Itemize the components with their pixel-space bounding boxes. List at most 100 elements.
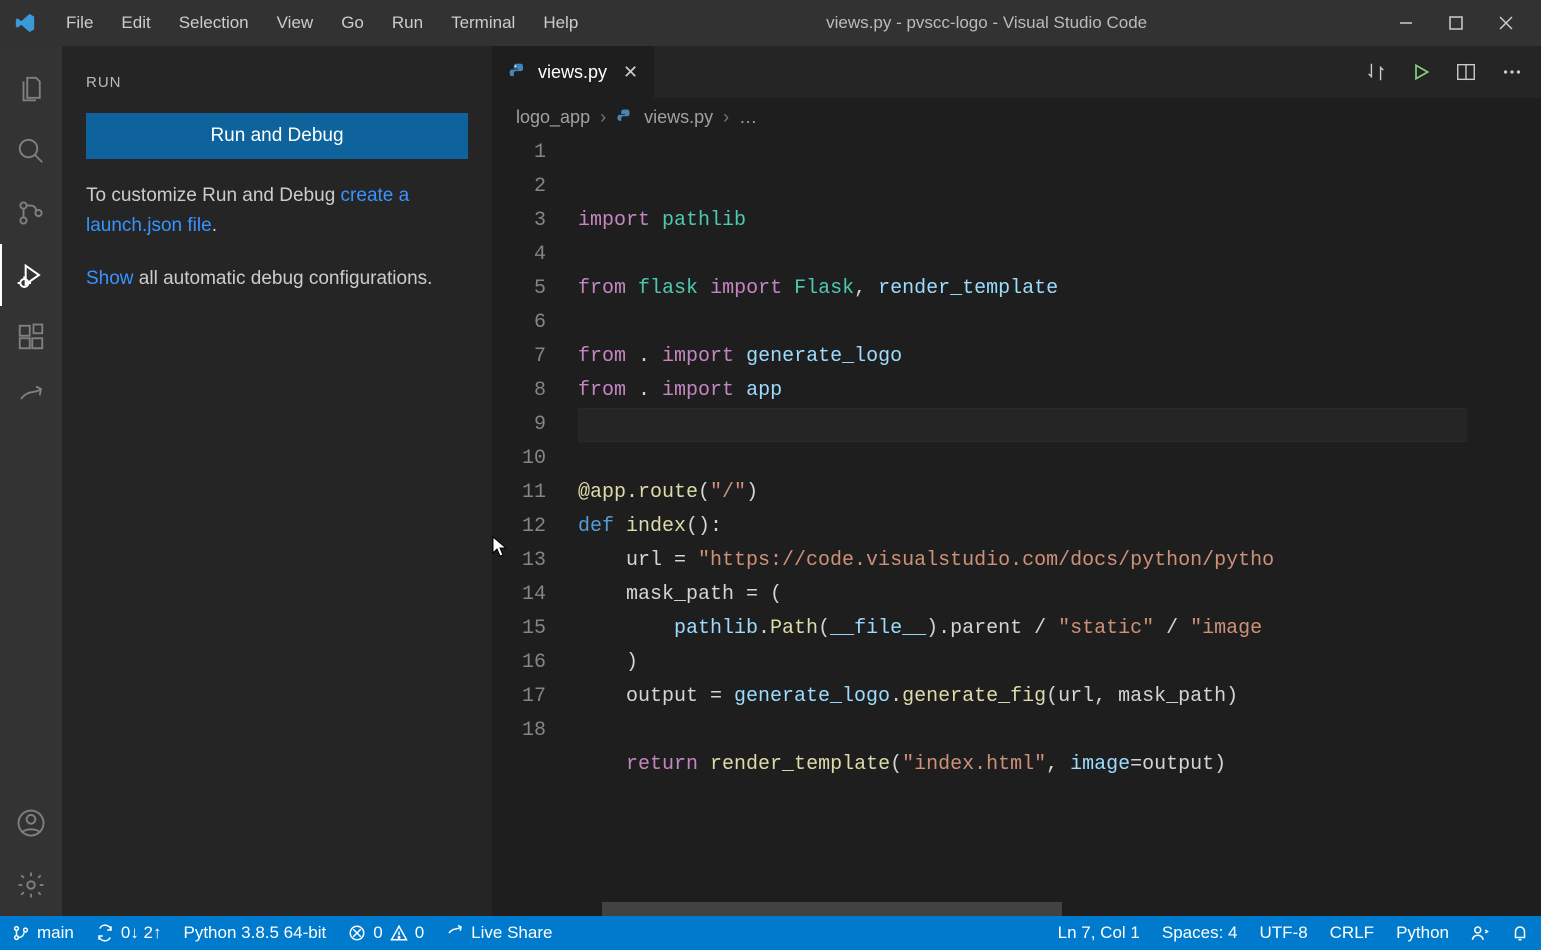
settings-gear-icon[interactable] — [0, 854, 62, 916]
code-line[interactable]: def index(): — [578, 510, 1541, 544]
python-file-icon — [616, 108, 634, 126]
activity-bar — [0, 46, 62, 916]
code-line[interactable]: output = generate_logo.generate_fig(url,… — [578, 680, 1541, 714]
editor-actions — [1365, 46, 1541, 98]
status-bar: main 0↓ 2↑ Python 3.8.5 64-bit 0 0 Live … — [0, 916, 1541, 950]
git-branch-item[interactable]: main — [12, 923, 74, 943]
language-mode-item[interactable]: Python — [1396, 923, 1449, 943]
cursor-position-item[interactable]: Ln 7, Col 1 — [1058, 923, 1140, 943]
live-share-item[interactable]: Live Share — [446, 923, 552, 943]
code-line[interactable]: ) — [578, 646, 1541, 680]
window-controls — [1381, 0, 1531, 46]
python-interpreter-item[interactable]: Python 3.8.5 64-bit — [184, 923, 327, 943]
breadcrumb[interactable]: logo_app › views.py › … — [492, 98, 1541, 136]
indentation-item[interactable]: Spaces: 4 — [1162, 923, 1238, 943]
show-link[interactable]: Show — [86, 268, 134, 289]
search-icon[interactable] — [0, 120, 62, 182]
code-line[interactable] — [578, 714, 1541, 748]
breadcrumb-folder[interactable]: logo_app — [516, 107, 590, 128]
code-line[interactable]: url = "https://code.visualstudio.com/doc… — [578, 544, 1541, 578]
run-sidebar: RUN Run and Debug To customize Run and D… — [62, 46, 492, 916]
minimize-button[interactable] — [1381, 0, 1431, 46]
menu-run[interactable]: Run — [378, 7, 437, 39]
source-control-icon[interactable] — [0, 182, 62, 244]
menu-bar: FileEditSelectionViewGoRunTerminalHelp — [52, 7, 592, 39]
code-line[interactable]: from flask import Flask, render_template — [578, 272, 1541, 306]
branch-label: main — [37, 923, 74, 943]
code-line[interactable]: from . import generate_logo — [578, 340, 1541, 374]
main-area: RUN Run and Debug To customize Run and D… — [0, 46, 1541, 916]
customize-text-pre: To customize Run and Debug — [86, 185, 341, 206]
encoding-label: UTF-8 — [1259, 923, 1307, 943]
cursor-label: Ln 7, Col 1 — [1058, 923, 1140, 943]
feedback-icon[interactable] — [1471, 924, 1489, 942]
menu-edit[interactable]: Edit — [107, 7, 164, 39]
python-file-icon — [508, 62, 528, 82]
minimap[interactable] — [1467, 136, 1541, 916]
code-line[interactable]: from . import app — [578, 374, 1541, 408]
run-and-debug-button[interactable]: Run and Debug — [86, 113, 468, 159]
menu-go[interactable]: Go — [327, 7, 378, 39]
menu-view[interactable]: View — [263, 7, 328, 39]
warnings-count: 0 — [415, 923, 424, 943]
line-gutter: 123456789101112131415161718 — [492, 136, 578, 916]
code-line[interactable]: pathlib.Path(__file__).parent / "static"… — [578, 612, 1541, 646]
code-line[interactable]: @app.route("/") — [578, 476, 1541, 510]
lang-label: Python — [1396, 923, 1449, 943]
breadcrumb-file[interactable]: views.py — [644, 107, 713, 128]
show-rest-text: all automatic debug configurations. — [134, 268, 433, 289]
code-content[interactable]: import pathlib from flask import Flask, … — [578, 136, 1541, 916]
vscode-logo-icon — [10, 12, 40, 34]
tab-views-py[interactable]: views.py ✕ — [492, 46, 655, 98]
code-line[interactable] — [578, 408, 1541, 442]
errors-count: 0 — [373, 923, 382, 943]
code-line[interactable] — [578, 782, 1541, 816]
code-line[interactable] — [578, 306, 1541, 340]
split-editor-icon[interactable] — [1455, 61, 1477, 83]
tab-label: views.py — [538, 62, 607, 83]
breadcrumb-tail[interactable]: … — [739, 107, 757, 128]
titlebar: FileEditSelectionViewGoRunTerminalHelp v… — [0, 0, 1541, 46]
menu-selection[interactable]: Selection — [165, 7, 263, 39]
customize-text: To customize Run and Debug create a laun… — [86, 181, 468, 242]
run-debug-icon[interactable] — [0, 244, 62, 306]
sync-item[interactable]: 0↓ 2↑ — [96, 923, 162, 943]
code-line[interactable] — [578, 238, 1541, 272]
close-tab-icon[interactable]: ✕ — [623, 62, 638, 83]
customize-text-post: . — [212, 215, 217, 236]
maximize-button[interactable] — [1431, 0, 1481, 46]
menu-file[interactable]: File — [52, 7, 107, 39]
run-file-icon[interactable] — [1411, 62, 1431, 82]
compare-changes-icon[interactable] — [1365, 61, 1387, 83]
code-line[interactable]: mask_path = ( — [578, 578, 1541, 612]
show-configs-text: Show all automatic debug configurations. — [86, 264, 468, 294]
eol-item[interactable]: CRLF — [1330, 923, 1374, 943]
explorer-icon[interactable] — [0, 58, 62, 120]
more-actions-icon[interactable] — [1501, 61, 1523, 83]
code-line[interactable] — [578, 442, 1541, 476]
python-label: Python 3.8.5 64-bit — [184, 923, 327, 943]
panel-title: RUN — [86, 60, 468, 113]
code-line[interactable]: import pathlib — [578, 204, 1541, 238]
extensions-icon[interactable] — [0, 306, 62, 368]
liveshare-label: Live Share — [471, 923, 552, 943]
account-icon[interactable] — [0, 792, 62, 854]
spaces-label: Spaces: 4 — [1162, 923, 1238, 943]
chevron-right-icon: › — [600, 107, 606, 128]
window-title: views.py - pvscc-logo - Visual Studio Co… — [592, 13, 1381, 33]
notifications-icon[interactable] — [1511, 924, 1529, 942]
problems-item[interactable]: 0 0 — [348, 923, 424, 943]
chevron-right-icon: › — [723, 107, 729, 128]
sync-label: 0↓ 2↑ — [121, 923, 162, 943]
eol-label: CRLF — [1330, 923, 1374, 943]
editor-tabs: views.py ✕ — [492, 46, 1541, 98]
code-line[interactable]: return render_template("index.html", ima… — [578, 748, 1541, 782]
encoding-item[interactable]: UTF-8 — [1259, 923, 1307, 943]
editor-area: views.py ✕ logo_app › views.py › … 12345… — [492, 46, 1541, 916]
menu-terminal[interactable]: Terminal — [437, 7, 529, 39]
code-editor[interactable]: 123456789101112131415161718 import pathl… — [492, 136, 1541, 916]
horizontal-scrollbar[interactable] — [602, 902, 1062, 916]
share-icon[interactable] — [0, 368, 62, 430]
menu-help[interactable]: Help — [529, 7, 592, 39]
close-button[interactable] — [1481, 0, 1531, 46]
